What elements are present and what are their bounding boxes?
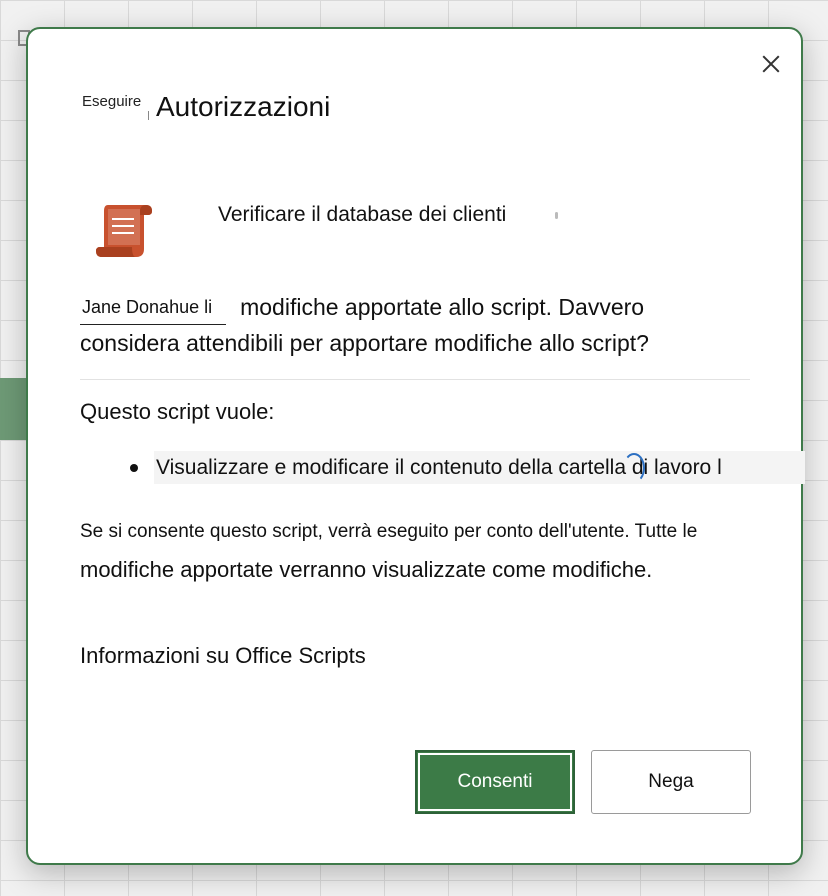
- author-link[interactable]: Jane Donahue li: [80, 291, 227, 325]
- dialog-title: Autorizzazioni: [156, 91, 331, 122]
- divider: [80, 379, 750, 380]
- trust-question-line2: considera attendibili per apportare modi…: [80, 330, 649, 356]
- bullet-icon: [130, 464, 138, 472]
- consent-text-line1: Se si consente questo script, verrà eseg…: [80, 521, 698, 542]
- office-scripts-info-link[interactable]: Informazioni su Office Scripts: [80, 643, 366, 669]
- permission-item: Visualizzare e modificare il contenuto d…: [154, 451, 805, 484]
- consent-text-line2: modifiche apportate verranno visualizzat…: [80, 557, 653, 582]
- permissions-heading: Questo script vuole:: [80, 399, 275, 424]
- script-name: Verificare il database dei clienti: [218, 203, 507, 226]
- title-separator: [148, 111, 149, 120]
- allow-button[interactable]: Consenti: [415, 750, 575, 814]
- permissions-dialog: Eseguire Autorizzazioni Verificare il da…: [26, 27, 805, 865]
- close-icon[interactable]: [756, 49, 786, 79]
- script-name-marker: [555, 212, 558, 219]
- trust-question-rest: modifiche apportate allo script. Davvero: [240, 294, 645, 320]
- script-scroll-icon: [96, 205, 152, 257]
- dialog-title-prefix: Eseguire: [82, 93, 142, 110]
- trust-question: Jane Donahue li modifiche apportate allo …: [80, 291, 780, 325]
- deny-button[interactable]: Nega: [591, 750, 751, 814]
- loading-spinner-icon: [623, 453, 645, 483]
